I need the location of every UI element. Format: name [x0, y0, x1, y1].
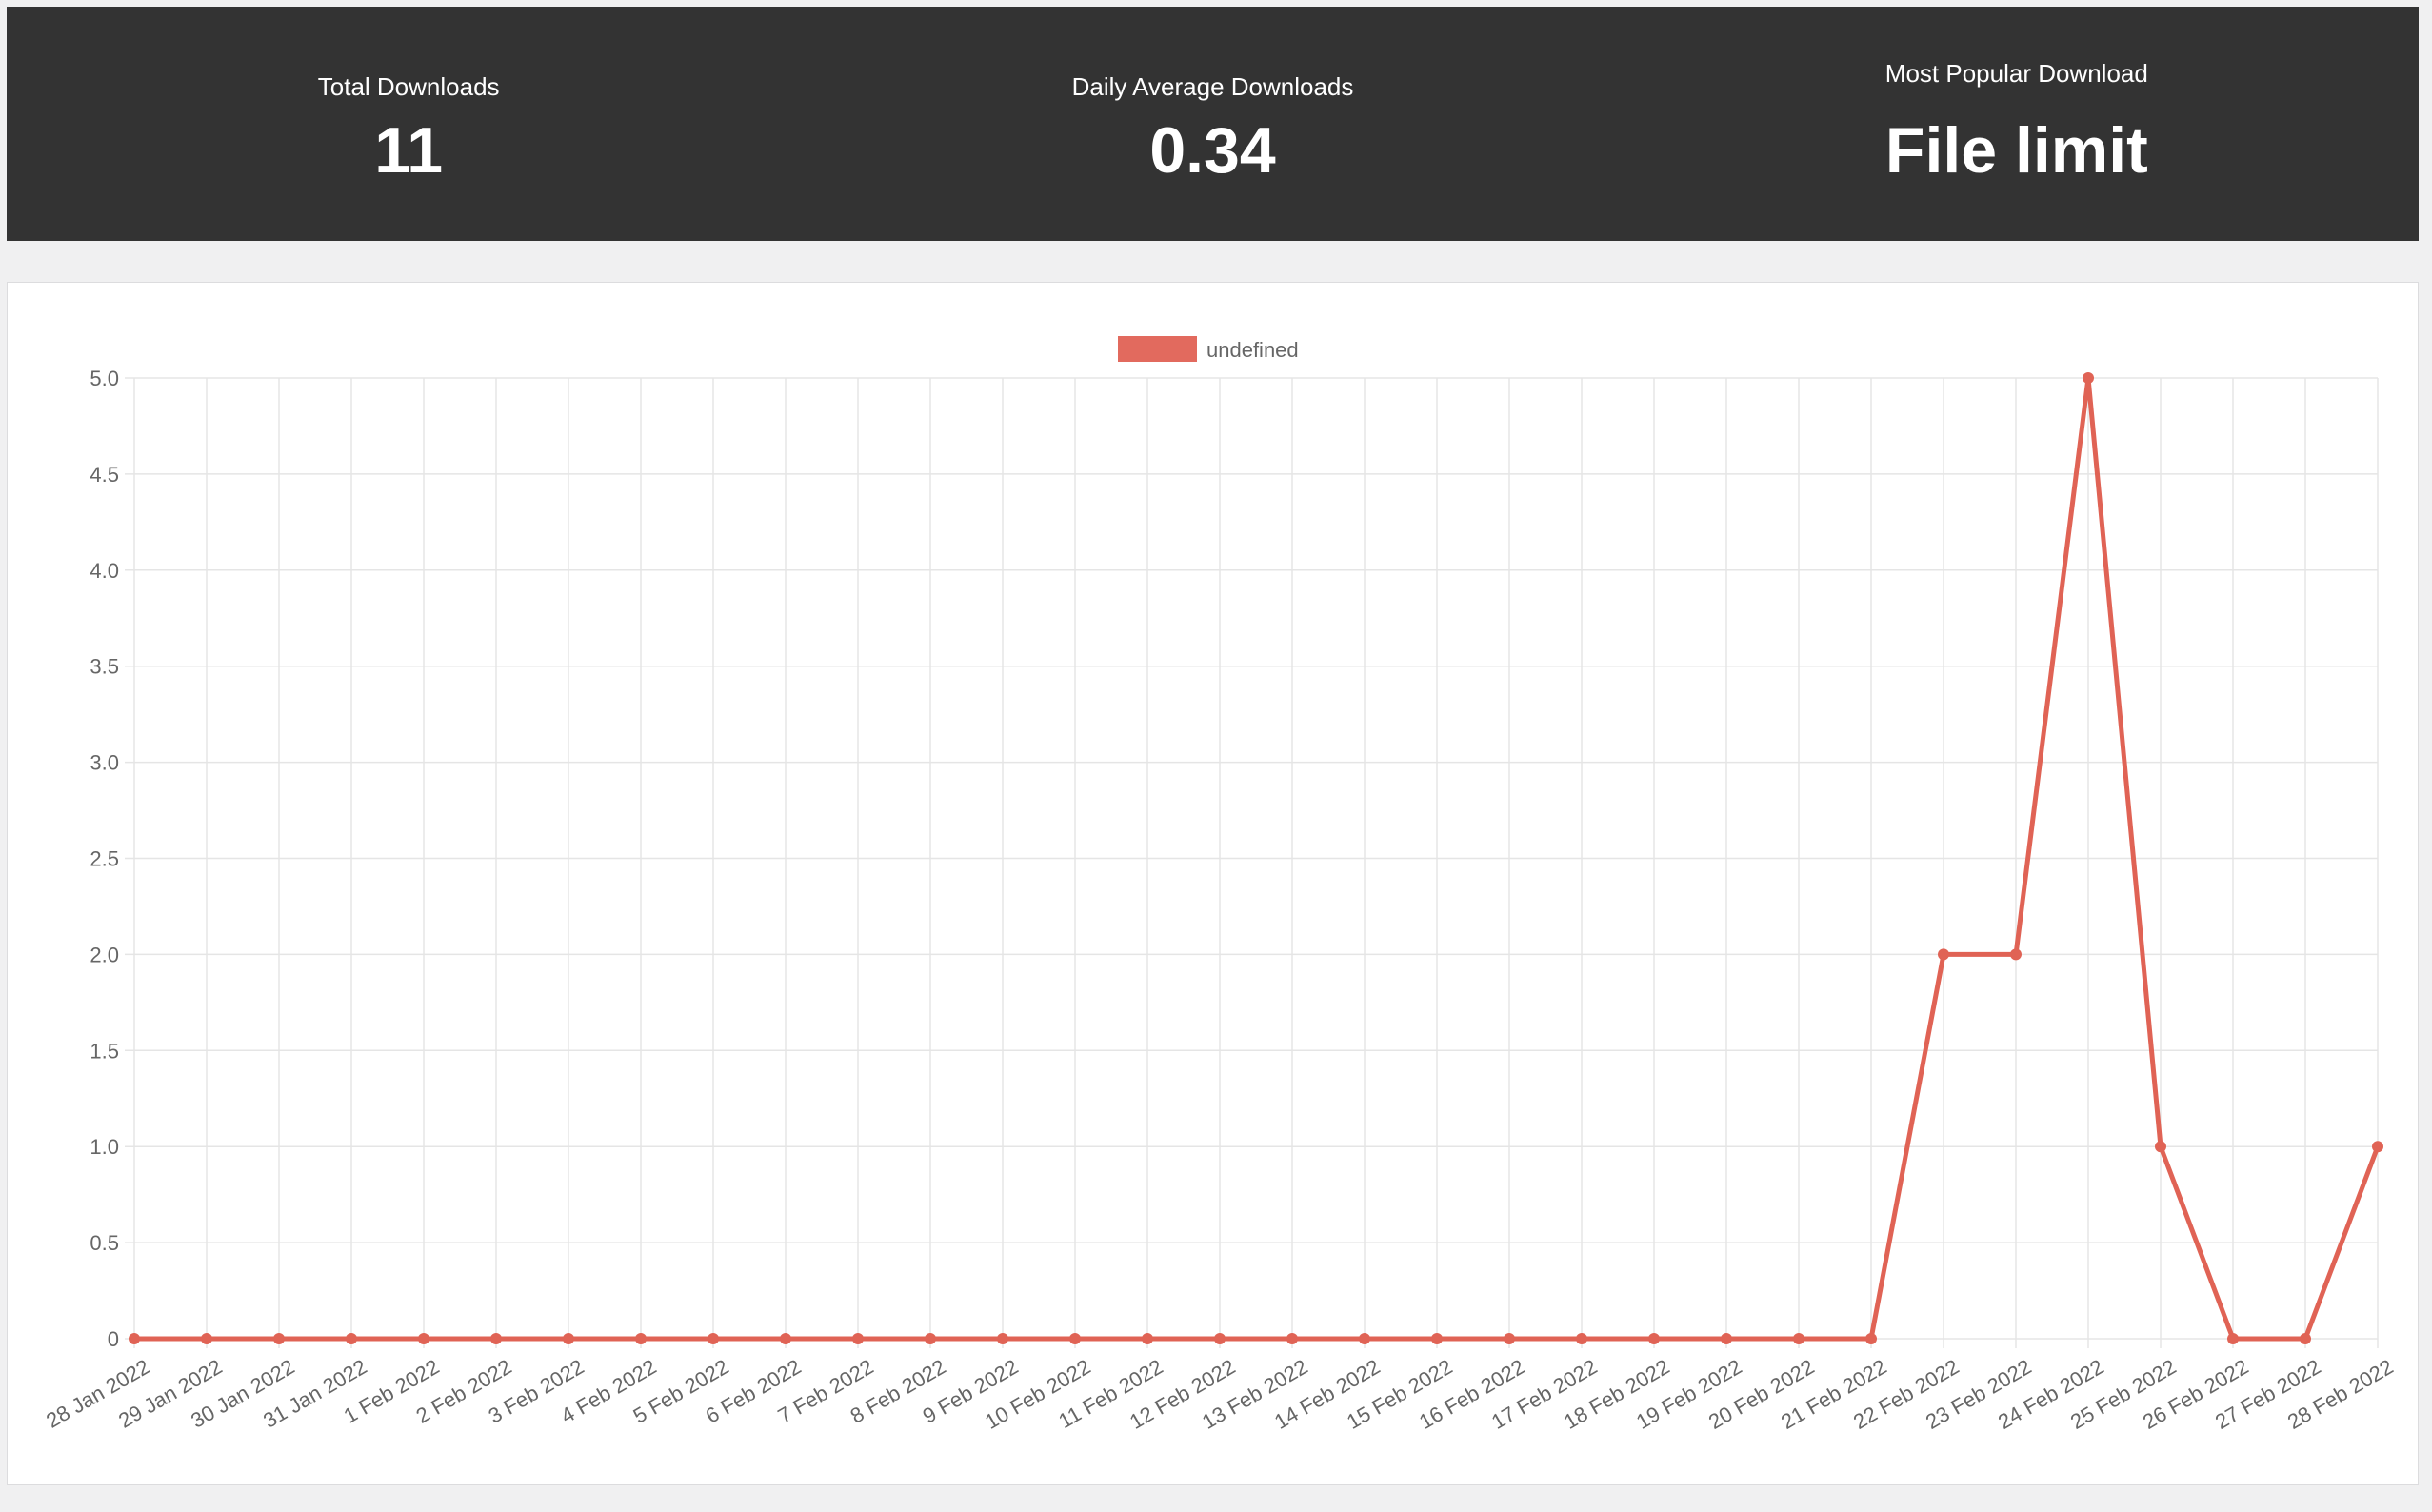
y-tick-label: 3.5 [90, 655, 119, 679]
daily-average-label: Daily Average Downloads [1071, 72, 1354, 101]
data-point[interactable] [1721, 1333, 1732, 1344]
data-point[interactable] [1069, 1333, 1081, 1344]
downloads-chart-card: undefined 0 0.5 1.0 1.5 2.0 2.5 3.0 3.5 4.0 4.5 5.… [7, 282, 2419, 1485]
y-tick-label: 4.5 [90, 463, 119, 487]
data-point[interactable] [1648, 1333, 1660, 1344]
data-point[interactable] [708, 1333, 719, 1344]
legend-label: undefined [1206, 338, 1299, 362]
data-point[interactable] [1576, 1333, 1587, 1344]
data-point[interactable] [2010, 948, 2022, 961]
data-point[interactable] [1359, 1333, 1370, 1344]
y-tick-label: 4.0 [90, 559, 119, 583]
data-point[interactable] [1286, 1333, 1298, 1344]
data-point[interactable] [1504, 1333, 1515, 1344]
data-point[interactable] [2300, 1333, 2311, 1344]
data-point[interactable] [780, 1333, 791, 1344]
data-point[interactable] [2155, 1141, 2166, 1153]
downloads-line-chart: undefined 0 0.5 1.0 1.5 2.0 2.5 3.0 3.5 4.0 4.5 5.… [42, 336, 2398, 1434]
data-point[interactable] [2227, 1333, 2239, 1344]
data-point[interactable] [1142, 1333, 1153, 1344]
stats-bar: Total Downloads 11 Daily Average Downloa… [7, 7, 2419, 241]
most-popular-stat: Most Popular Download File limit [1615, 7, 2419, 241]
data-point[interactable] [852, 1333, 864, 1344]
data-point[interactable] [1865, 1333, 1877, 1344]
data-point[interactable] [201, 1333, 212, 1344]
data-point[interactable] [418, 1333, 429, 1344]
data-point[interactable] [1214, 1333, 1226, 1344]
y-tick-label: 3.0 [90, 751, 119, 775]
daily-average-value: 0.34 [1149, 114, 1276, 187]
total-downloads-value: 11 [374, 114, 444, 187]
data-point[interactable] [490, 1333, 502, 1344]
y-tick-label: 2.5 [90, 847, 119, 871]
data-point[interactable] [997, 1333, 1008, 1344]
vertical-gridlines [133, 378, 2379, 1348]
y-tick-label: 0.5 [90, 1231, 119, 1255]
x-axis-labels: 28 Jan 202229 Jan 202230 Jan 202231 Jan … [42, 1355, 2397, 1434]
most-popular-label: Most Popular Download [1884, 59, 2148, 88]
data-point[interactable] [1938, 948, 1949, 961]
legend-swatch [1118, 336, 1197, 362]
data-point[interactable] [1431, 1333, 1443, 1344]
y-axis-labels: 0 0.5 1.0 1.5 2.0 2.5 3.0 3.5 4.0 4.5 5.0 [90, 367, 119, 1351]
daily-average-stat: Daily Average Downloads 0.34 [810, 7, 1614, 241]
most-popular-value: File limit [1884, 114, 2148, 187]
data-point[interactable] [563, 1333, 574, 1344]
chart-legend[interactable]: undefined [1118, 336, 1299, 362]
data-point[interactable] [2372, 1141, 2383, 1153]
y-tick-label: 1.0 [90, 1135, 119, 1159]
data-point[interactable] [273, 1333, 285, 1344]
data-point[interactable] [129, 1333, 140, 1344]
y-tick-label: 2.0 [90, 943, 119, 966]
y-tick-label: 5.0 [90, 367, 119, 390]
data-point[interactable] [2083, 372, 2094, 384]
data-point[interactable] [635, 1333, 647, 1344]
horizontal-gridlines [125, 377, 2378, 1340]
y-tick-label: 0 [108, 1327, 119, 1351]
data-point[interactable] [925, 1333, 936, 1344]
total-downloads-stat: Total Downloads 11 [7, 7, 810, 241]
total-downloads-label: Total Downloads [317, 72, 500, 101]
data-point[interactable] [1793, 1333, 1804, 1344]
data-point[interactable] [346, 1333, 357, 1344]
y-tick-label: 1.5 [90, 1039, 119, 1063]
